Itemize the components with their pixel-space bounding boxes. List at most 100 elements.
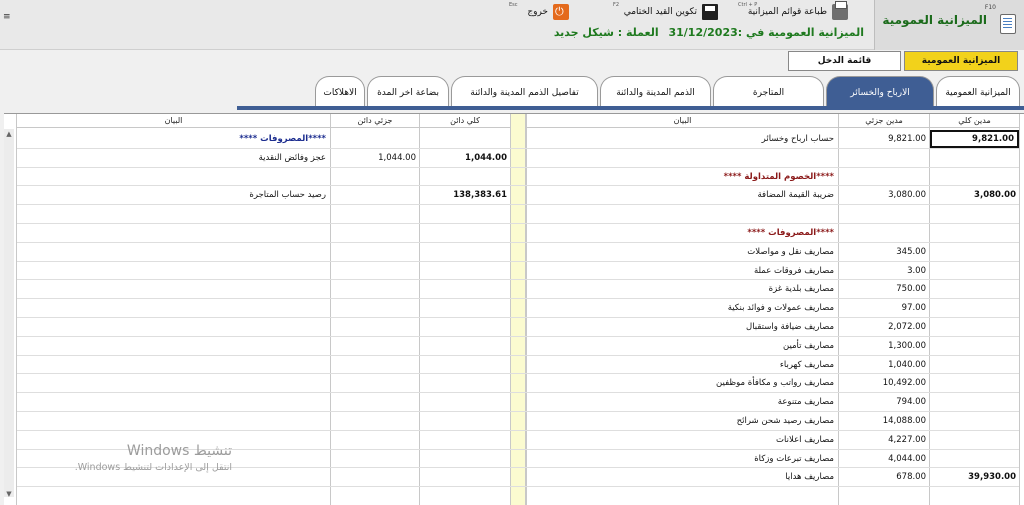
credit-description-cell[interactable]: ****المصروفات **** xyxy=(17,130,330,148)
credit-total-cell[interactable] xyxy=(420,130,510,148)
debit-description-cell[interactable]: مصاريف رواتب و مكافأة موظفين xyxy=(527,374,838,392)
credit-total-cell[interactable] xyxy=(420,168,510,186)
debit-description-cell[interactable]: حساب ارباح وخسائر xyxy=(527,130,838,148)
debit-partial-cell[interactable]: 3,080.00 xyxy=(839,186,929,204)
debit-description-cell[interactable]: مصاريف اعلانات xyxy=(527,431,838,449)
debit-partial-cell[interactable]: 14,088.00 xyxy=(839,412,929,430)
credit-partial-cell[interactable] xyxy=(331,186,419,204)
debit-partial-cell[interactable]: 4,227.00 xyxy=(839,431,929,449)
debit-description-cell[interactable]: مصاريف كهرباء xyxy=(527,356,838,374)
print-shortcut: Ctrl + P xyxy=(738,2,758,8)
debit-total-cell[interactable] xyxy=(930,337,1019,355)
debit-description-cell[interactable]: ****الخصوم المتداولة **** xyxy=(527,168,838,186)
debit-partial-cell[interactable]: 678.00 xyxy=(839,468,929,486)
debit-description-cell[interactable] xyxy=(527,149,838,167)
debit-total-cell[interactable] xyxy=(930,356,1019,374)
credit-total-cell[interactable]: 138,383.61 xyxy=(420,186,510,204)
credit-description-cell[interactable]: رصيد حساب المتاجرة xyxy=(17,186,330,204)
debit-description-cell[interactable]: ****المصروفات **** xyxy=(527,224,838,242)
header-credit-partial[interactable]: جزئي دائن xyxy=(331,114,419,128)
debit-description-cell[interactable]: مصاريف نقل و مواصلات xyxy=(527,243,838,261)
debit-total-cell[interactable] xyxy=(930,374,1019,392)
debit-total-cell[interactable] xyxy=(930,243,1019,261)
debit-partial-cell[interactable]: 4,044.00 xyxy=(839,450,929,468)
header-debit-total[interactable]: مدين كلي xyxy=(930,114,1019,128)
tab-profit-loss[interactable]: الارباح والخسائر xyxy=(826,76,934,108)
save-disk-icon xyxy=(702,4,718,20)
scroll-down-icon[interactable]: ▼ xyxy=(4,489,14,499)
debit-partial-cell[interactable]: 750.00 xyxy=(839,280,929,298)
debit-partial-cell[interactable]: 794.00 xyxy=(839,393,929,411)
debit-total-cell[interactable] xyxy=(930,224,1019,242)
debit-partial-cell[interactable]: 1,040.00 xyxy=(839,356,929,374)
window-title-panel: F10 الميزانية العمومية xyxy=(874,0,1024,50)
debit-partial-cell[interactable]: 3.00 xyxy=(839,262,929,280)
debit-description-cell[interactable]: مصاريف ضيافة واستقبال xyxy=(527,318,838,336)
debit-total-cell[interactable]: 39,930.00 xyxy=(930,468,1019,486)
debit-total-cell[interactable]: 3,080.00 xyxy=(930,186,1019,204)
debit-total-cell[interactable] xyxy=(930,450,1019,468)
print-button[interactable]: Ctrl + P طباعة قوائم الميزانية xyxy=(738,1,848,22)
tab-ending-inventory[interactable]: بضاعة اخر المدة xyxy=(367,76,449,108)
vertical-scrollbar[interactable] xyxy=(4,129,14,497)
credit-partial-cell[interactable] xyxy=(331,168,419,186)
debit-description-cell[interactable]: مصاريف متنوعة xyxy=(527,393,838,411)
debit-partial-cell[interactable]: 345.00 xyxy=(839,243,929,261)
debit-description-cell[interactable]: مصاريف بلدية غزة xyxy=(527,280,838,298)
credit-partial-cell[interactable]: 1,044.00 xyxy=(331,149,419,167)
debit-partial-cell[interactable]: 1,300.00 xyxy=(839,337,929,355)
debit-total-cell[interactable] xyxy=(930,280,1019,298)
debit-description-cell[interactable]: مصاريف تأمين xyxy=(527,337,838,355)
debit-total-cell[interactable] xyxy=(930,431,1019,449)
header-debit-partial[interactable]: مدين جزئي xyxy=(839,114,929,128)
credit-partial-cell[interactable] xyxy=(331,130,419,148)
debit-total-cell[interactable] xyxy=(930,318,1019,336)
debit-description-cell[interactable]: مصاريف هدايا xyxy=(527,468,838,486)
debit-partial-cell[interactable]: 97.00 xyxy=(839,299,929,317)
menu-icon[interactable]: ≡ xyxy=(3,12,11,22)
watermark-subtitle: انتقل إلى الإعدادات لتنشيط Windows. xyxy=(74,462,232,473)
exit-shortcut: Esc xyxy=(509,2,518,8)
debit-partial-cell[interactable] xyxy=(839,224,929,242)
closing-entry-shortcut: F2 xyxy=(613,2,620,8)
income-statement-report-button[interactable]: قائمة الدخل xyxy=(788,51,901,71)
debit-total-cell[interactable] xyxy=(930,393,1019,411)
header-credit-total[interactable]: كلي دائن xyxy=(420,114,510,128)
tab-balance-sheet[interactable]: الميزانية العمومية xyxy=(936,76,1020,108)
debit-description-cell[interactable]: مصاريف رصيد شحن شرائح xyxy=(527,412,838,430)
tab-receivables-payables-details[interactable]: تفاصيل الذمم المدينة والدائنة xyxy=(451,76,598,108)
debit-partial-cell[interactable] xyxy=(839,168,929,186)
debit-total-cell[interactable] xyxy=(930,168,1019,186)
exit-button[interactable]: Esc خروج xyxy=(509,2,569,22)
debit-partial-cell[interactable]: 2,072.00 xyxy=(839,318,929,336)
tabs-underline xyxy=(237,106,1024,110)
scroll-up-icon[interactable]: ▲ xyxy=(4,129,14,139)
tab-depreciation[interactable]: الاهلاكات xyxy=(315,76,365,108)
debit-description-cell[interactable]: ضريبة القيمة المضافة xyxy=(527,186,838,204)
printer-icon xyxy=(832,1,848,20)
debit-description-cell[interactable]: مصاريف عمولات و فوائد بنكية xyxy=(527,299,838,317)
debit-partial-cell[interactable]: 10,492.00 xyxy=(839,374,929,392)
credit-total-cell[interactable]: 1,044.00 xyxy=(420,149,510,167)
debit-total-cell[interactable] xyxy=(930,205,1019,223)
tab-receivables-payables[interactable]: الذمم المدينة والدائنة xyxy=(600,76,711,108)
debit-description-cell[interactable]: مصاريف فروقات عملة xyxy=(527,262,838,280)
debit-partial-cell[interactable] xyxy=(839,149,929,167)
balance-sheet-report-button[interactable]: الميزانية العمومية xyxy=(904,51,1018,71)
credit-description-cell[interactable] xyxy=(17,168,330,186)
debit-partial-cell[interactable]: 9,821.00 xyxy=(839,130,929,148)
debit-total-cell[interactable] xyxy=(930,262,1019,280)
debit-total-cell[interactable] xyxy=(930,412,1019,430)
debit-description-cell[interactable]: مصاريف تبرعات وزكاة xyxy=(527,450,838,468)
debit-partial-cell[interactable] xyxy=(839,205,929,223)
closing-entry-button[interactable]: F2 تكوين القيد الختامي xyxy=(613,2,718,22)
header-right-description[interactable]: البيان xyxy=(527,114,838,128)
debit-total-cell[interactable] xyxy=(930,149,1019,167)
document-icon xyxy=(1000,14,1016,34)
debit-description-cell[interactable] xyxy=(527,205,838,223)
credit-description-cell[interactable]: عجز وفائض النقدية xyxy=(17,149,330,167)
debit-total-cell[interactable]: 9,821.00 xyxy=(930,130,1019,148)
tab-trading[interactable]: المتاجرة xyxy=(713,76,824,108)
header-left-description[interactable]: البيان xyxy=(17,114,330,128)
debit-total-cell[interactable] xyxy=(930,299,1019,317)
